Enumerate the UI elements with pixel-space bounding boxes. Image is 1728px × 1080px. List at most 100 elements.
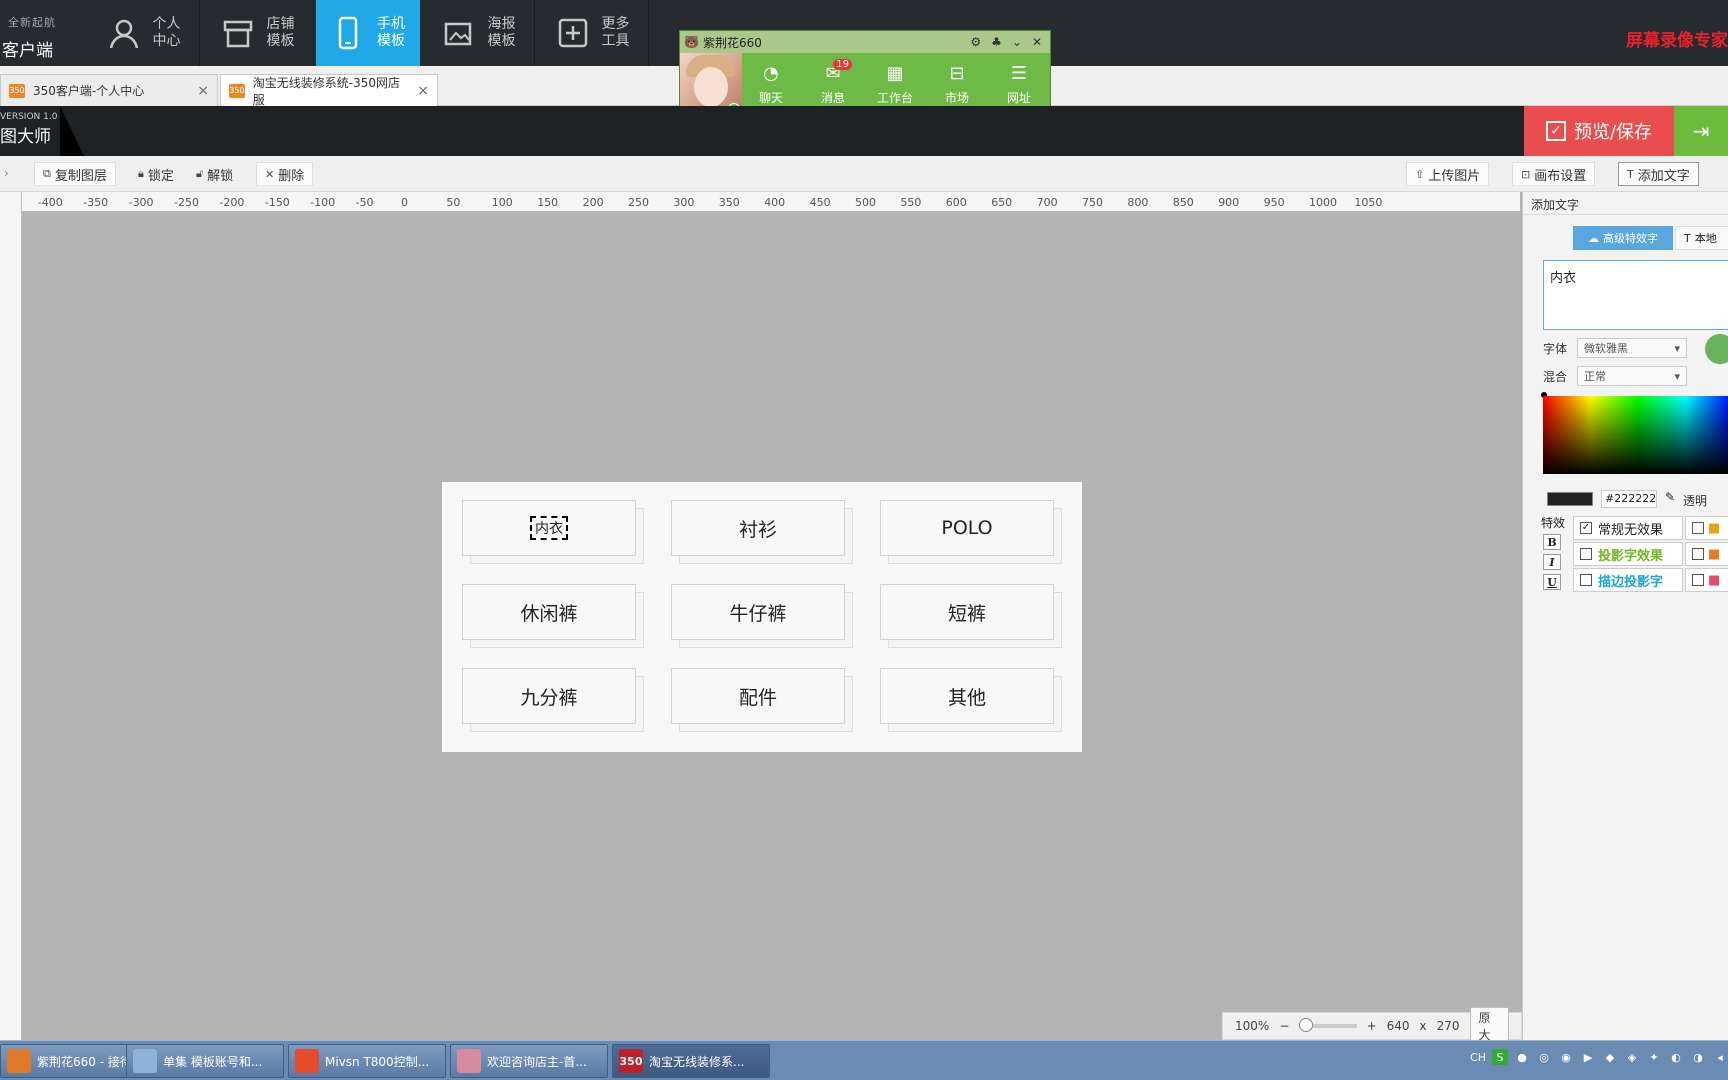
zoom-slider-knob[interactable] [1299, 1018, 1314, 1032]
category-cell[interactable]: 内衣 [462, 500, 644, 564]
ruler-tick: 600 [945, 196, 967, 209]
current-color-swatch[interactable] [1547, 492, 1593, 506]
close-icon[interactable]: × [197, 83, 209, 99]
tray-icon[interactable]: ✦ [1646, 1049, 1662, 1065]
lock-button[interactable]: 🔒︎ 锁定 [130, 162, 182, 186]
hex-color-input[interactable]: #222222 [1601, 490, 1657, 508]
text-content-input[interactable]: 内衣 [1543, 260, 1728, 330]
selected-text-layer[interactable]: 内衣 [530, 516, 568, 540]
exit-button[interactable]: ⇥ [1674, 106, 1728, 156]
tray-icon[interactable]: ◆ [1602, 1049, 1618, 1065]
qq-item-url[interactable]: ☰ 网址 [994, 63, 1044, 106]
tab-personal-center[interactable]: 350 350客户端-个人中心 × [0, 74, 218, 106]
qq-item-market[interactable]: ⊟ 市场 [932, 63, 982, 106]
chevron-right-icon[interactable]: › [4, 166, 9, 180]
language-indicator[interactable]: CH [1470, 1049, 1486, 1065]
underline-button[interactable]: U [1543, 574, 1561, 590]
tab-advanced-text[interactable]: ☁ 高级特效字 [1573, 226, 1673, 250]
tray-icon[interactable]: ◐ [1668, 1049, 1684, 1065]
tray-icon[interactable]: ◈ [1624, 1049, 1640, 1065]
tab-mobile-decor[interactable]: 350 淘宝无线装修系统-350网店服 × [220, 74, 438, 107]
gear-icon[interactable]: ⚙ [970, 35, 981, 49]
design-board[interactable]: 内衣 衬衫 POLO 休闲裤 牛仔裤 短裤 九分裤 配件 其他 [442, 482, 1082, 752]
category-cell[interactable]: 牛仔裤 [671, 584, 853, 648]
nav-label: 海报 模板 [487, 16, 516, 49]
color-gradient-picker[interactable] [1543, 396, 1728, 474]
checkbox[interactable] [1692, 548, 1704, 560]
checkbox-checked[interactable]: ✓ [1580, 522, 1592, 534]
bold-button[interactable]: B [1543, 534, 1561, 550]
delete-button[interactable]: ✕ 删除 [256, 162, 314, 186]
checkbox[interactable] [1580, 574, 1592, 586]
tray-icon[interactable]: ▶ [1580, 1049, 1596, 1065]
category-cell[interactable]: 休闲裤 [462, 584, 644, 648]
fx-option-extra[interactable]: ■ [1685, 516, 1728, 540]
category-cell[interactable]: 九分裤 [462, 668, 644, 732]
close-icon[interactable]: ✕ [1032, 35, 1042, 49]
checkbox[interactable] [1692, 522, 1704, 534]
nav-poster-template[interactable]: 海报 模板 [423, 0, 535, 66]
zoom-in-icon[interactable]: + [1367, 1019, 1377, 1033]
chevron-down-icon[interactable]: ⌄ [1012, 35, 1022, 49]
italic-button[interactable]: I [1543, 554, 1561, 570]
category-cell[interactable]: 衬衫 [671, 500, 853, 564]
copy-layer-button[interactable]: ⧉ 复制图层 [34, 162, 116, 186]
close-icon[interactable]: × [417, 83, 429, 99]
unlock-button[interactable]: 🔓︎ 解锁 [188, 162, 241, 186]
tab-advanced-label: 高级特效字 [1603, 232, 1658, 245]
tray-icon[interactable]: ● [1514, 1049, 1530, 1065]
tray-icon[interactable]: S [1492, 1049, 1508, 1065]
qq-title-bar[interactable]: 🐻 紫荆花660 ⚙ ♣ ⌄ ✕ [680, 31, 1050, 53]
category-cell[interactable]: POLO [880, 500, 1062, 564]
canvas-settings-button[interactable]: ⊡ 画布设置 [1512, 162, 1596, 186]
category-cell[interactable]: 短裤 [880, 584, 1062, 648]
blend-select[interactable]: 正常 ▾ [1577, 366, 1687, 386]
fx-option-outline-shadow[interactable]: 描边投影字 [1573, 568, 1683, 592]
fx-option-extra[interactable]: ■ [1685, 542, 1728, 566]
fx-swatch-icon: ■ [1708, 572, 1721, 588]
checkbox[interactable] [1692, 574, 1704, 586]
transparent-label[interactable]: 透明 [1683, 492, 1707, 509]
fx-option-shadow[interactable]: 投影字效果 [1573, 542, 1683, 566]
zoom-slider[interactable] [1299, 1018, 1357, 1032]
tab-local-text[interactable]: T 本地 [1675, 226, 1728, 250]
ruler-tick: 300 [673, 196, 695, 209]
nav-mobile-template[interactable]: 手机 模板 [316, 0, 421, 66]
checkbox[interactable] [1580, 548, 1592, 560]
taskbar-item[interactable]: 单集 模板账号和... [126, 1044, 284, 1078]
add-text-button[interactable]: T 添加文字 [1618, 162, 1699, 186]
fx-option-normal[interactable]: ✓ 常规无效果 [1573, 516, 1683, 540]
category-cell[interactable]: 其他 [880, 668, 1062, 732]
taskbar-item[interactable]: 欢迎咨询店主-首... [450, 1044, 608, 1078]
qq-item-workbench[interactable]: ▦ 工作台 [870, 63, 920, 106]
preview-save-button[interactable]: ✓ 预览/保存 [1524, 106, 1674, 156]
exit-icon: ⇥ [1692, 119, 1710, 143]
upload-image-button[interactable]: ⇧ 上传图片 [1406, 162, 1490, 186]
ruler-tick: 250 [628, 196, 649, 209]
shirt-icon[interactable]: ♣ [991, 35, 1002, 49]
ruler-tick: 950 [1263, 196, 1285, 209]
speaker-icon[interactable]: ◂ [1712, 1049, 1728, 1065]
qq-username: 紫荆花660 [702, 35, 762, 50]
tray-icon[interactable]: ◉ [1558, 1049, 1574, 1065]
color-picker-toggle[interactable] [1705, 334, 1728, 364]
image-icon [441, 15, 477, 51]
nav-more-tools[interactable]: 更多 工具 [537, 0, 649, 66]
tray-icon[interactable]: ◎ [1536, 1049, 1552, 1065]
qq-item-messages[interactable]: ✉ 19 消息 [808, 59, 858, 106]
tray-icon[interactable]: ◑ [1690, 1049, 1706, 1065]
ruler-tick: 650 [991, 196, 1013, 209]
ruler-tick: 500 [855, 196, 876, 209]
qq-item-chat[interactable]: ◔ 聊天 [746, 63, 796, 106]
close-icon: ✕ [265, 167, 275, 181]
category-cell[interactable]: 配件 [671, 668, 853, 732]
nav-store-template[interactable]: 店铺 模板 [202, 0, 314, 66]
nav-personal-center[interactable]: 个人 中心 [88, 0, 200, 66]
taskbar-item[interactable]: Mivsn T800控制... [288, 1044, 446, 1078]
font-select[interactable]: 微软雅黑 ▾ [1577, 338, 1687, 358]
zoom-out-icon[interactable]: − [1279, 1019, 1289, 1033]
fx-option-extra[interactable]: ■ [1685, 568, 1728, 592]
eyedropper-icon[interactable]: ✎ [1665, 490, 1675, 504]
taskbar-item-active[interactable]: 350 淘宝无线装修系... [612, 1044, 770, 1078]
upload-icon: ⇧ [1415, 167, 1425, 181]
